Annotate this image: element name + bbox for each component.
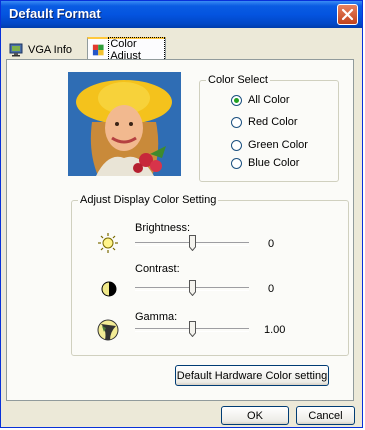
contrast-icon <box>101 281 117 297</box>
radio-all-color[interactable]: All Color <box>231 94 290 106</box>
sun-icon <box>98 233 118 253</box>
title-bar[interactable]: Default Format <box>1 1 362 28</box>
cancel-button[interactable]: Cancel <box>296 406 355 425</box>
monitor-icon <box>9 43 23 56</box>
gamma-label: Gamma: <box>135 311 178 323</box>
adjust-display-legend: Adjust Display Color Setting <box>80 194 217 206</box>
tab-label-vga-info: VGA Info <box>28 43 73 56</box>
radio-label-blue-color: Blue Color <box>248 157 300 169</box>
contrast-value: 0 <box>268 283 275 295</box>
default-hardware-color-button[interactable]: Default Hardware Color setting <box>175 365 329 386</box>
tab-color-adjust[interactable]: Color Adjust <box>87 36 166 63</box>
radio-button[interactable] <box>231 157 242 169</box>
gamma-icon <box>97 319 119 341</box>
radio-button-selected[interactable] <box>231 94 242 106</box>
brightness-value: 0 <box>268 238 275 250</box>
radio-button[interactable] <box>231 116 242 128</box>
radio-red-color[interactable]: Red Color <box>231 116 298 128</box>
radio-label-all-color: All Color <box>248 94 290 106</box>
window-title: Default Format <box>9 6 101 21</box>
gamma-value: 1.00 <box>264 324 286 336</box>
radio-label-red-color: Red Color <box>248 116 298 128</box>
radio-button[interactable] <box>231 139 242 151</box>
close-icon <box>341 8 354 21</box>
brightness-label: Brightness: <box>135 222 191 234</box>
radio-blue-color[interactable]: Blue Color <box>231 157 299 169</box>
preview-image <box>68 72 181 176</box>
close-button[interactable] <box>337 4 358 25</box>
ok-button[interactable]: OK <box>221 406 289 425</box>
color-select-legend: Color Select <box>208 74 268 86</box>
color-adjust-icon <box>92 44 104 55</box>
tab-vga-info[interactable]: VGA Info <box>7 40 87 59</box>
contrast-label: Contrast: <box>135 263 180 275</box>
gamma-slider-thumb[interactable] <box>188 321 196 337</box>
contrast-slider-thumb[interactable] <box>188 280 196 296</box>
brightness-slider-thumb[interactable] <box>188 235 196 251</box>
radio-green-color[interactable]: Green Color <box>231 139 308 151</box>
radio-label-green-color: Green Color <box>248 139 308 151</box>
